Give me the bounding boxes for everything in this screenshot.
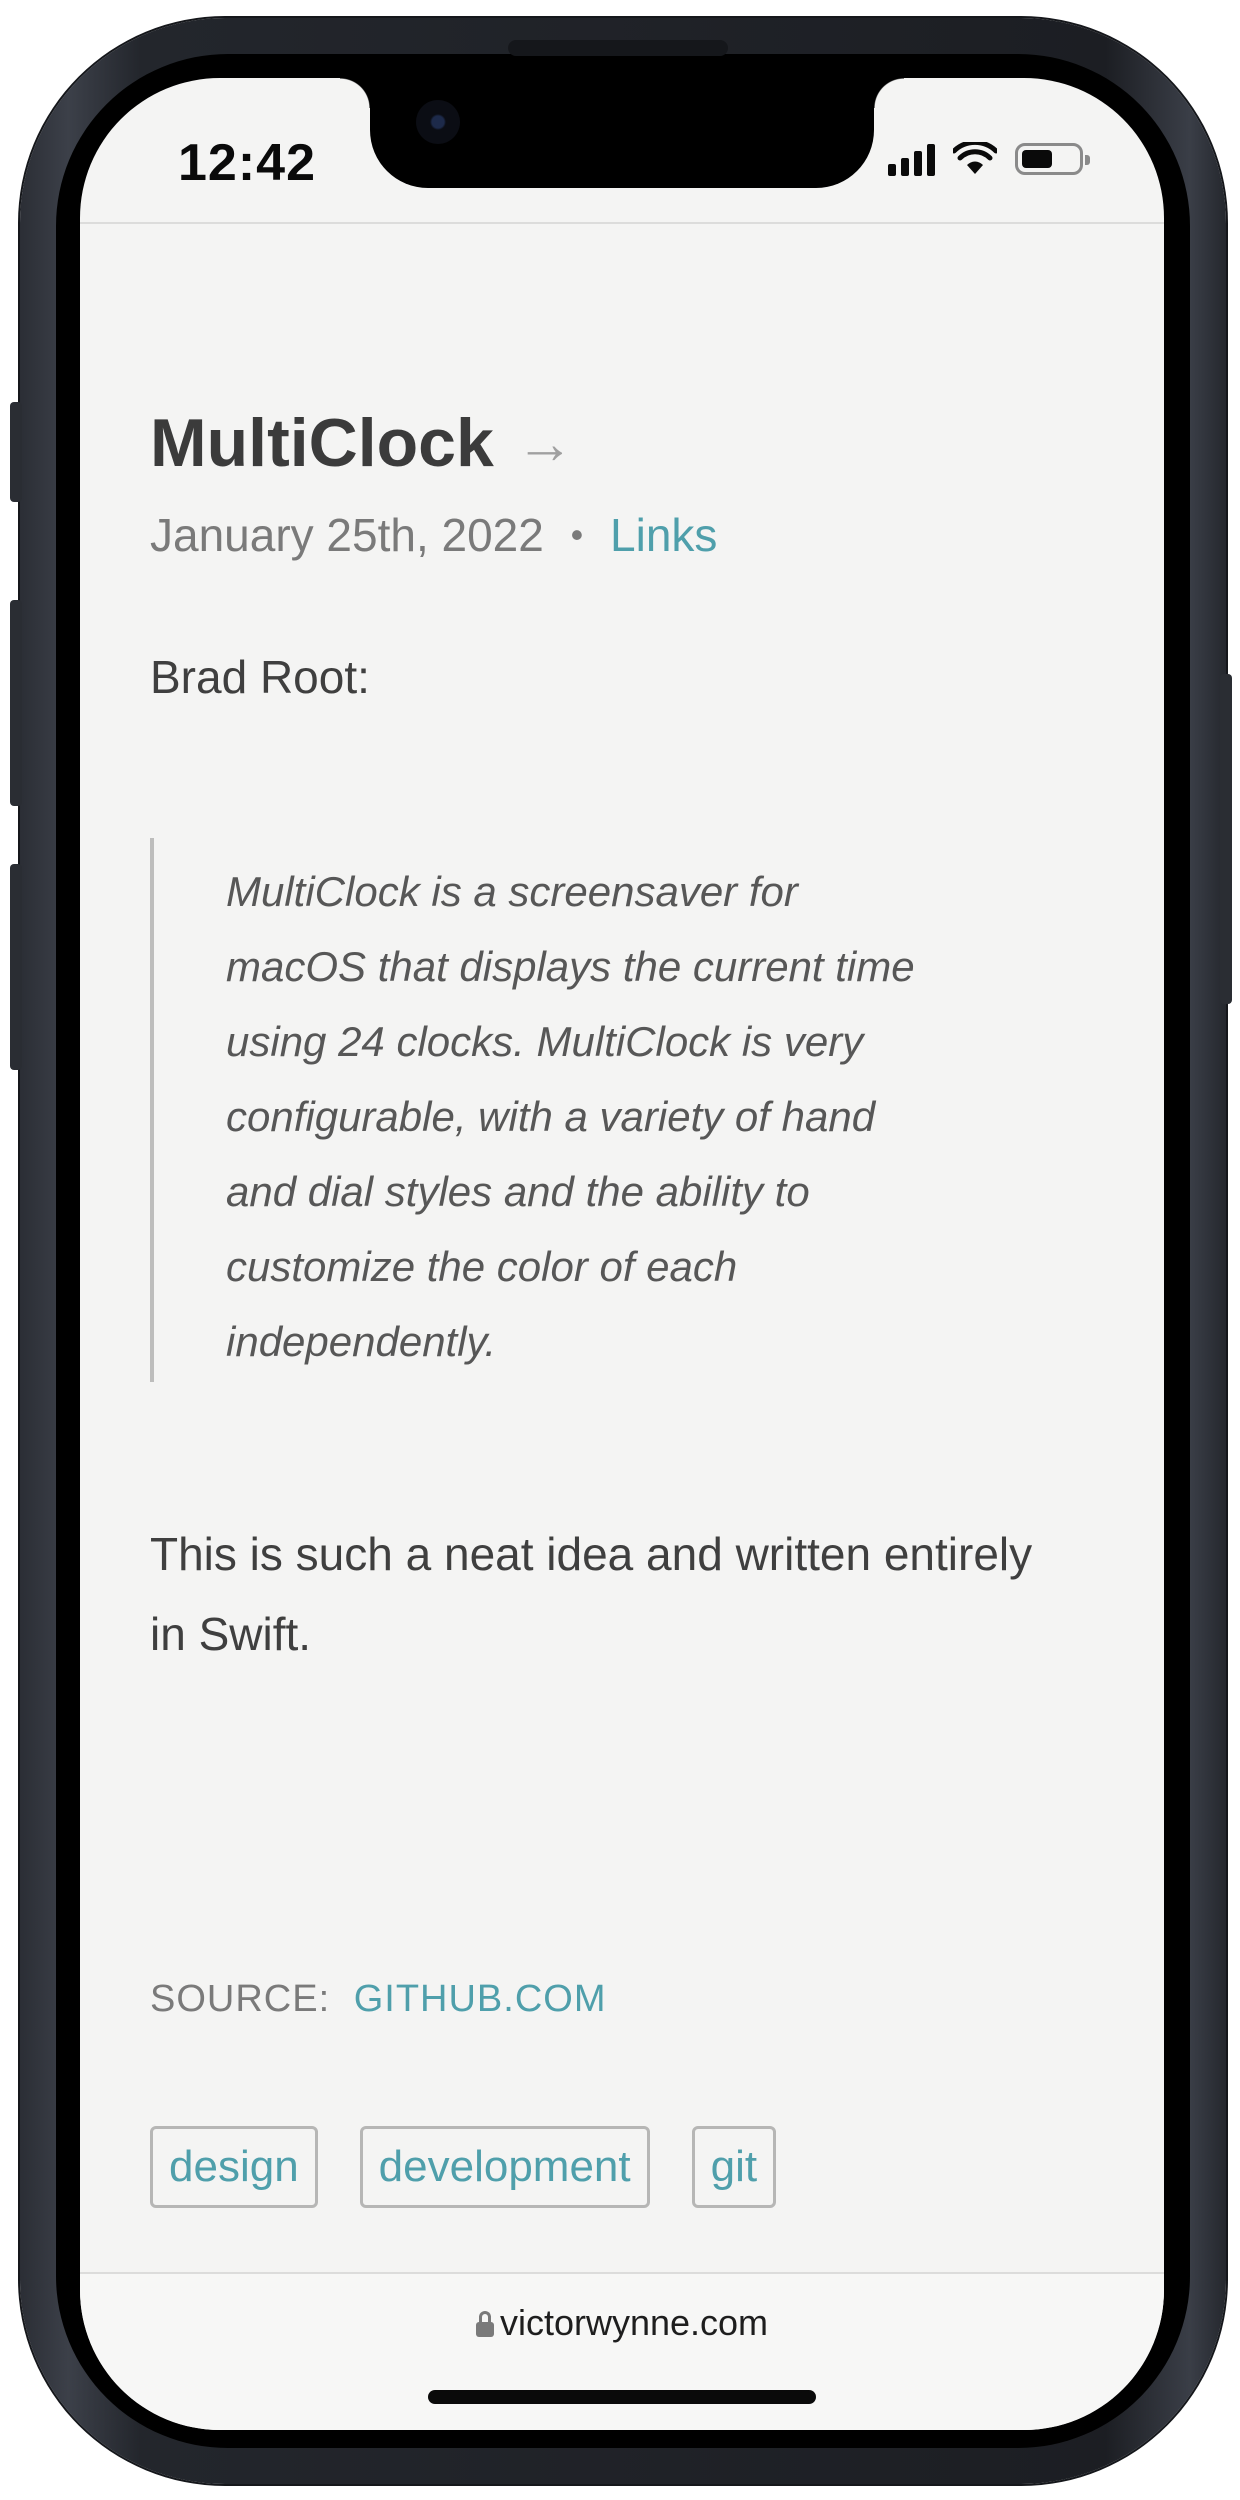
- category-link[interactable]: Links: [610, 509, 717, 561]
- battery-nub: [1085, 155, 1090, 165]
- quote-line: macOS that displays the current time: [226, 943, 915, 990]
- quote-line: MultiClock is a screensaver for: [226, 868, 798, 915]
- post-date: January 25th, 2022: [150, 509, 544, 561]
- source-line: SOURCE: GITHUB.COM: [150, 1978, 606, 2021]
- source-label: SOURCE:: [150, 1978, 331, 2020]
- tag-development[interactable]: development: [359, 2126, 650, 2208]
- quote-line: independently.: [226, 1318, 497, 1365]
- meta-separator: •: [570, 514, 584, 555]
- status-divider: [80, 222, 1164, 224]
- battery-level: [1022, 150, 1052, 168]
- author-intro: Brad Root:: [150, 651, 370, 703]
- lock-icon: [475, 2311, 494, 2337]
- body-line: in Swift.: [150, 1608, 312, 1660]
- front-camera: [416, 100, 460, 144]
- browser-address-bar[interactable]: victorwynne.com: [80, 2272, 1164, 2430]
- quote-line: configurable, with a variety of hand: [226, 1093, 876, 1140]
- volume-down-button: [10, 864, 22, 1070]
- blockquote: MultiClock is a screensaver for macOS th…: [150, 838, 1050, 1382]
- tag-list: design development git: [150, 2126, 777, 2208]
- volume-up-button: [10, 600, 22, 806]
- tag-git[interactable]: git: [691, 2126, 777, 2208]
- notch-corner-right: [874, 78, 904, 108]
- notch-corner-left: [340, 78, 370, 108]
- post-title[interactable]: MultiClock: [150, 404, 494, 482]
- wifi-icon: [953, 142, 997, 174]
- quote-line: customize the color of each: [226, 1243, 738, 1290]
- battery-icon: [1015, 143, 1090, 175]
- status-time: 12:42: [178, 134, 316, 192]
- earpiece-speaker: [508, 40, 728, 56]
- mute-switch: [10, 402, 22, 502]
- url-text[interactable]: victorwynne.com: [500, 2302, 768, 2344]
- phone-screen: 12:42 MultiClock → January 25th, 2022 • …: [80, 78, 1164, 2430]
- post-title-row[interactable]: MultiClock →: [150, 404, 574, 482]
- quote-line: using 24 clocks. MultiClock is very: [226, 1018, 864, 1065]
- body-line: This is such a neat idea and written ent…: [150, 1528, 1033, 1580]
- home-indicator[interactable]: [428, 2390, 816, 2404]
- url-row[interactable]: victorwynne.com: [80, 2302, 1164, 2344]
- tag-design[interactable]: design: [150, 2126, 318, 2208]
- post-meta: January 25th, 2022 • Links: [150, 508, 717, 562]
- cellular-signal-icon: [888, 142, 935, 176]
- post-body: This is such a neat idea and written ent…: [150, 1514, 1140, 1674]
- arrow-right-icon[interactable]: →: [516, 410, 574, 477]
- source-link[interactable]: GITHUB.COM: [354, 1978, 607, 2020]
- device-mockup: 12:42 MultiClock → January 25th, 2022 • …: [0, 0, 1240, 2500]
- quote-line: and dial styles and the ability to: [226, 1168, 810, 1215]
- power-button: [1220, 674, 1232, 1004]
- status-icons: [888, 142, 1090, 176]
